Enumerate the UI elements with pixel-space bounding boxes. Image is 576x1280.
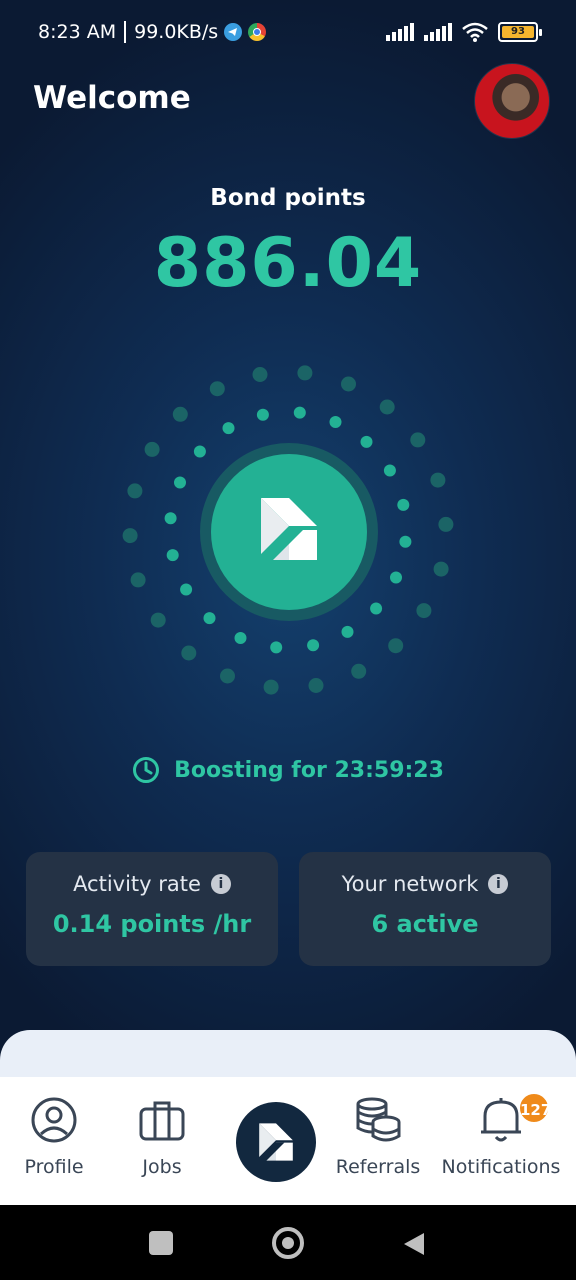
ring-dot [252, 367, 268, 382]
nav-jobs-label: Jobs [142, 1156, 182, 1178]
ring-dot [130, 572, 146, 588]
activity-rate-card: Activity rate i 0.14 points /hr [26, 852, 278, 966]
network-title-row: Your network i [299, 872, 551, 896]
ring-dot [172, 406, 188, 422]
info-icon[interactable]: i [488, 874, 509, 894]
ring-dot [351, 663, 367, 679]
ring-dot [329, 416, 342, 428]
back-icon[interactable] [402, 1231, 426, 1257]
activity-rate-title: Activity rate [73, 872, 201, 896]
ring-dot [410, 432, 426, 448]
recent-apps-icon[interactable] [149, 1231, 173, 1255]
activity-rate-title-row: Activity rate i [26, 872, 278, 896]
ring-dot [430, 472, 446, 488]
clock-icon [133, 757, 160, 783]
ring-dot [193, 445, 206, 458]
user-circle-icon [31, 1097, 77, 1143]
ring-dot [308, 678, 324, 693]
ring-dot [127, 483, 143, 499]
ring-dot [174, 476, 186, 489]
ring-dot [293, 406, 306, 419]
ring-dot [390, 571, 402, 584]
ring-dot [341, 625, 354, 638]
bond-logo-icon [261, 498, 317, 560]
ring-dot [181, 645, 197, 661]
boost-text: Boosting for 23:59:23 [174, 757, 444, 783]
nav-notifications[interactable]: Notifications [437, 1077, 565, 1205]
ring-dot [297, 365, 313, 381]
ring-dot [209, 381, 225, 397]
ring-dot [383, 464, 396, 477]
info-icon[interactable]: i [210, 874, 231, 894]
nav-notifications-label: Notifications [441, 1156, 561, 1178]
ring-dot [307, 639, 320, 652]
ring-dot [270, 641, 283, 654]
nav-jobs[interactable]: Jobs [122, 1077, 202, 1205]
ring-dot [220, 668, 235, 684]
ring-dot [180, 583, 193, 596]
ring-dot [399, 535, 412, 548]
briefcase-icon [139, 1101, 185, 1141]
ring-dot [397, 498, 410, 511]
network-title: Your network [341, 872, 479, 896]
ring-dot [164, 512, 177, 525]
nav-referrals-label: Referrals [335, 1156, 421, 1178]
boost-button[interactable] [211, 454, 367, 610]
ring-dot [370, 602, 383, 615]
bond-logo-icon [259, 1123, 293, 1161]
ring-dot [166, 549, 179, 562]
boost-timer: Boosting for 23:59:23 [0, 756, 576, 784]
nav-home-button[interactable] [236, 1102, 316, 1182]
system-nav-bar [0, 1205, 576, 1280]
ring-dot [379, 399, 395, 415]
coins-stack-icon [356, 1097, 401, 1142]
ring-dot [438, 516, 454, 532]
home-icon[interactable] [272, 1227, 304, 1259]
ring-dot [341, 376, 356, 392]
nav-profile-label: Profile [24, 1156, 84, 1178]
ring-dot [144, 441, 160, 457]
network-card: Your network i 6 active [299, 852, 551, 966]
bell-icon [481, 1098, 521, 1142]
ring-dot [234, 632, 247, 644]
ring-dot [203, 612, 216, 625]
nav-referrals[interactable]: Referrals [334, 1077, 422, 1205]
activity-rate-value: 0.14 points /hr [52, 910, 252, 938]
network-value: 6 active [371, 910, 479, 938]
nav-profile[interactable]: Profile [14, 1077, 94, 1205]
ring-dot [388, 638, 404, 654]
ring-dot [222, 422, 235, 435]
ring-dot [256, 408, 269, 421]
ring-dot [416, 603, 432, 619]
notification-badge: 127 [518, 1092, 551, 1124]
ring-dot [150, 612, 166, 628]
ring-dot [433, 561, 449, 577]
ring-dot [360, 435, 373, 448]
ring-dot [122, 528, 138, 544]
app-screen: 8:23 AM 99.0KB/s 93 Welcome Bond points … [0, 0, 576, 1205]
ring-dot [263, 679, 279, 695]
